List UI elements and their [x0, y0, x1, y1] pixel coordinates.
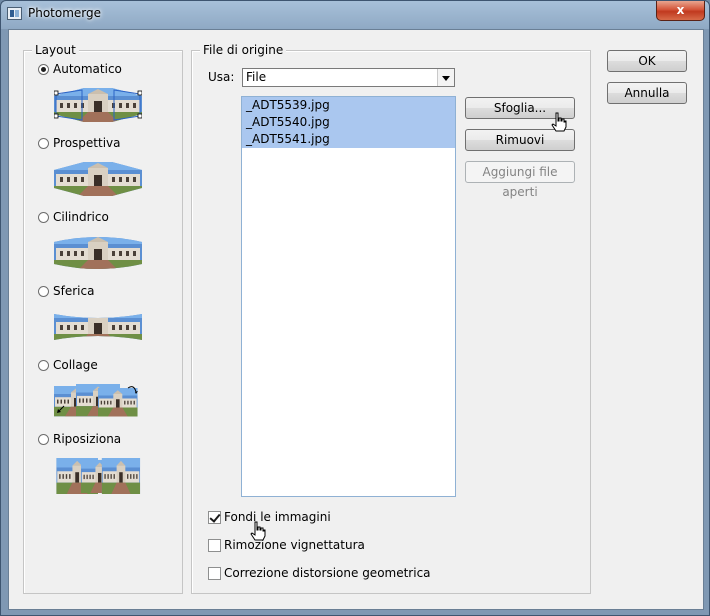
blend-images-checkbox[interactable]	[208, 510, 221, 524]
layout-option-label: Sferica	[53, 284, 95, 298]
photomerge-app-icon	[7, 7, 22, 20]
blend-images-label: Fondi le immagini	[224, 510, 331, 524]
distortion-correction-label: Correzione distorsione geometrica	[224, 566, 431, 580]
layout-perspective-icon	[54, 160, 142, 198]
layout-option-label: Riposiziona	[53, 432, 122, 446]
layout-option-prospettiva[interactable]: Prospettiva	[38, 135, 121, 151]
radio-cilindrico[interactable]	[38, 211, 49, 223]
layout-legend: Layout	[32, 43, 79, 57]
vignette-removal-checkbox[interactable]	[208, 538, 221, 552]
photomerge-dialog: Photomerge x Layout Automatico Prospetti…	[0, 0, 710, 616]
distortion-correction-option[interactable]: Correzione distorsione geometrica	[208, 565, 431, 581]
layout-option-label: Cilindrico	[53, 210, 109, 224]
remove-button[interactable]: Rimuovi	[465, 129, 575, 151]
radio-riposiziona[interactable]	[38, 433, 49, 445]
use-select-value: File	[246, 70, 267, 84]
layout-cylindrical-icon	[54, 234, 142, 272]
radio-prospettiva[interactable]	[38, 137, 49, 149]
radio-collage[interactable]	[38, 359, 49, 371]
layout-collage-icon	[54, 382, 138, 420]
distortion-correction-checkbox[interactable]	[208, 566, 221, 580]
source-legend: File di origine	[200, 43, 287, 57]
layout-option-cilindrico[interactable]: Cilindrico	[38, 209, 109, 225]
list-item[interactable]: _ADT5540.jpg	[242, 114, 455, 131]
cancel-button[interactable]: Annulla	[607, 82, 687, 104]
layout-option-label: Prospettiva	[53, 136, 121, 150]
layout-option-sferica[interactable]: Sferica	[38, 283, 94, 299]
hand-cursor-icon	[551, 112, 567, 132]
vignette-removal-label: Rimozione vignettatura	[224, 538, 365, 552]
chevron-down-icon[interactable]	[437, 69, 454, 86]
ok-button[interactable]: OK	[607, 50, 687, 72]
layout-auto-icon	[54, 86, 142, 124]
vignette-removal-option[interactable]: Rimozione vignettatura	[208, 537, 365, 553]
layout-option-collage[interactable]: Collage	[38, 357, 98, 373]
list-item[interactable]: _ADT5539.jpg	[242, 97, 455, 114]
blend-images-option[interactable]: Fondi le immagini	[208, 509, 331, 525]
layout-option-riposiziona[interactable]: Riposiziona	[38, 431, 121, 447]
add-open-files-button[interactable]: Aggiungi file aperti	[465, 161, 575, 199]
use-select[interactable]: File	[242, 68, 455, 87]
list-item[interactable]: _ADT5541.jpg	[242, 131, 455, 148]
radio-automatico[interactable]	[38, 63, 49, 75]
window-title: Photomerge	[28, 6, 102, 20]
title-bar[interactable]: Photomerge x	[1, 1, 709, 27]
use-label: Usa:	[208, 70, 235, 84]
layout-spherical-icon	[54, 308, 142, 346]
dialog-body: Layout Automatico Prospettiva Cilindrico	[8, 29, 704, 610]
radio-sferica[interactable]	[38, 285, 49, 297]
source-file-list[interactable]: _ADT5539.jpg _ADT5540.jpg _ADT5541.jpg	[241, 96, 456, 497]
layout-option-automatico[interactable]: Automatico	[38, 61, 122, 77]
close-window-button[interactable]: x	[656, 1, 705, 21]
layout-option-label: Collage	[53, 358, 98, 372]
layout-reposition-icon	[54, 458, 142, 494]
layout-option-label: Automatico	[53, 62, 122, 76]
